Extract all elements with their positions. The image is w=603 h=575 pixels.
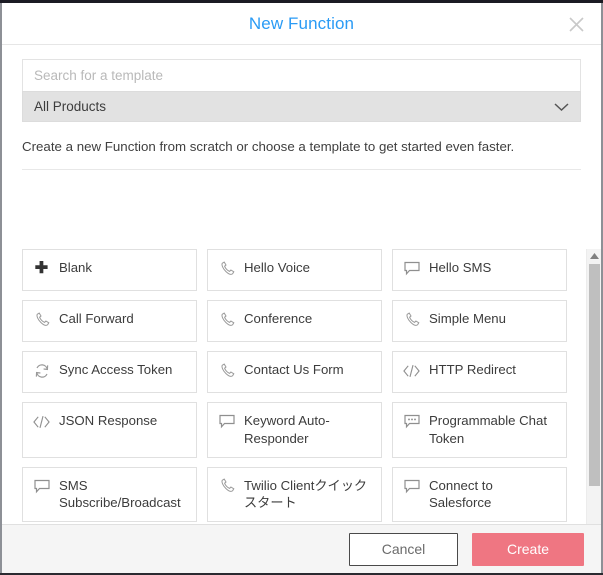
scroll-up-arrow-icon[interactable] bbox=[587, 249, 601, 263]
phone-icon bbox=[218, 311, 235, 328]
template-card-label: Programmable Chat Token bbox=[429, 413, 548, 446]
sms-bubble-icon bbox=[218, 413, 235, 430]
phone-icon bbox=[218, 260, 235, 277]
new-function-dialog: New Function All Products bbox=[2, 3, 601, 573]
sms-bubble-icon bbox=[403, 478, 420, 495]
dialog-footer: Cancel Create bbox=[2, 524, 601, 573]
template-grid: ✚ Blank Hello Voice Hello SMS Call Forward Co… bbox=[22, 249, 567, 523]
template-card[interactable]: Simple Menu bbox=[392, 300, 567, 342]
phone-icon bbox=[218, 478, 235, 495]
template-card[interactable]: JSON Response bbox=[22, 402, 197, 458]
dialog-title: New Function bbox=[248, 13, 355, 33]
template-grid-scrollbar[interactable] bbox=[586, 249, 601, 524]
phone-icon bbox=[33, 311, 50, 328]
description-divider bbox=[22, 169, 581, 171]
search-input[interactable] bbox=[22, 59, 581, 91]
sync-icon bbox=[33, 362, 50, 379]
template-card-label: Connect to Salesforce bbox=[429, 477, 493, 511]
template-grid-scroll-area[interactable]: ✚ Blank Hello Voice Hello SMS Call Forward Co… bbox=[22, 249, 581, 524]
template-card[interactable]: Hello Voice bbox=[207, 249, 382, 291]
template-card[interactable]: SMS Subscribe/Broadcast bbox=[22, 466, 197, 523]
template-card-label: Hello Voice bbox=[244, 260, 310, 275]
phone-icon bbox=[218, 362, 235, 379]
template-card-label: SMS Subscribe/Broadcast bbox=[59, 477, 181, 511]
template-card-label: JSON Response bbox=[59, 413, 158, 428]
template-card[interactable]: Connect to Salesforce bbox=[392, 466, 567, 523]
cancel-button[interactable]: Cancel bbox=[349, 532, 458, 566]
template-card[interactable]: Twilio Clientクイックスタート bbox=[207, 466, 382, 523]
dialog-body: All Products Create a new Function from … bbox=[2, 45, 601, 524]
create-button[interactable]: Create bbox=[472, 532, 584, 566]
template-card-label: Conference bbox=[244, 311, 313, 326]
dialog-description: Create a new Function from scratch or ch… bbox=[22, 139, 515, 154]
template-card-label: Simple Menu bbox=[429, 311, 506, 326]
chat-dots-icon bbox=[403, 413, 420, 430]
close-icon[interactable] bbox=[563, 11, 589, 37]
template-card[interactable]: ✚ Blank bbox=[22, 249, 197, 291]
template-card-label: Keyword Auto-Responder bbox=[244, 413, 330, 446]
code-brackets-icon bbox=[403, 362, 420, 379]
template-card-label: Hello SMS bbox=[429, 260, 492, 275]
template-card[interactable]: Programmable Chat Token bbox=[392, 402, 567, 458]
template-card[interactable]: Keyword Auto-Responder bbox=[207, 402, 382, 458]
plus-icon: ✚ bbox=[34, 259, 49, 277]
scrollbar-thumb[interactable] bbox=[589, 264, 600, 486]
template-card[interactable]: Call Forward bbox=[22, 300, 197, 342]
template-card[interactable]: Conference bbox=[207, 300, 382, 342]
product-filter-select[interactable]: All Products bbox=[22, 91, 581, 122]
template-card[interactable]: Sync Access Token bbox=[22, 351, 197, 393]
sms-bubble-icon bbox=[33, 478, 50, 495]
template-card[interactable]: Hello SMS bbox=[392, 249, 567, 291]
code-brackets-icon bbox=[33, 413, 50, 430]
template-card-label: Twilio Clientクイックスタート bbox=[244, 477, 368, 511]
phone-icon bbox=[403, 311, 420, 328]
template-card-label: Sync Access Token bbox=[59, 362, 173, 377]
template-card[interactable]: Contact Us Form bbox=[207, 351, 382, 393]
template-card-label: Contact Us Form bbox=[244, 362, 344, 377]
sms-bubble-icon bbox=[403, 260, 420, 277]
dialog-header: New Function bbox=[2, 3, 601, 45]
chevron-down-icon bbox=[554, 102, 569, 111]
template-card-label: Call Forward bbox=[59, 311, 134, 326]
search-and-filter: All Products bbox=[22, 59, 581, 122]
template-card[interactable]: HTTP Redirect bbox=[392, 351, 567, 393]
screen: New Function All Products bbox=[0, 0, 603, 575]
template-card-label: Blank bbox=[59, 260, 92, 275]
template-card-label: HTTP Redirect bbox=[429, 362, 516, 377]
product-filter-value: All Products bbox=[34, 99, 107, 114]
